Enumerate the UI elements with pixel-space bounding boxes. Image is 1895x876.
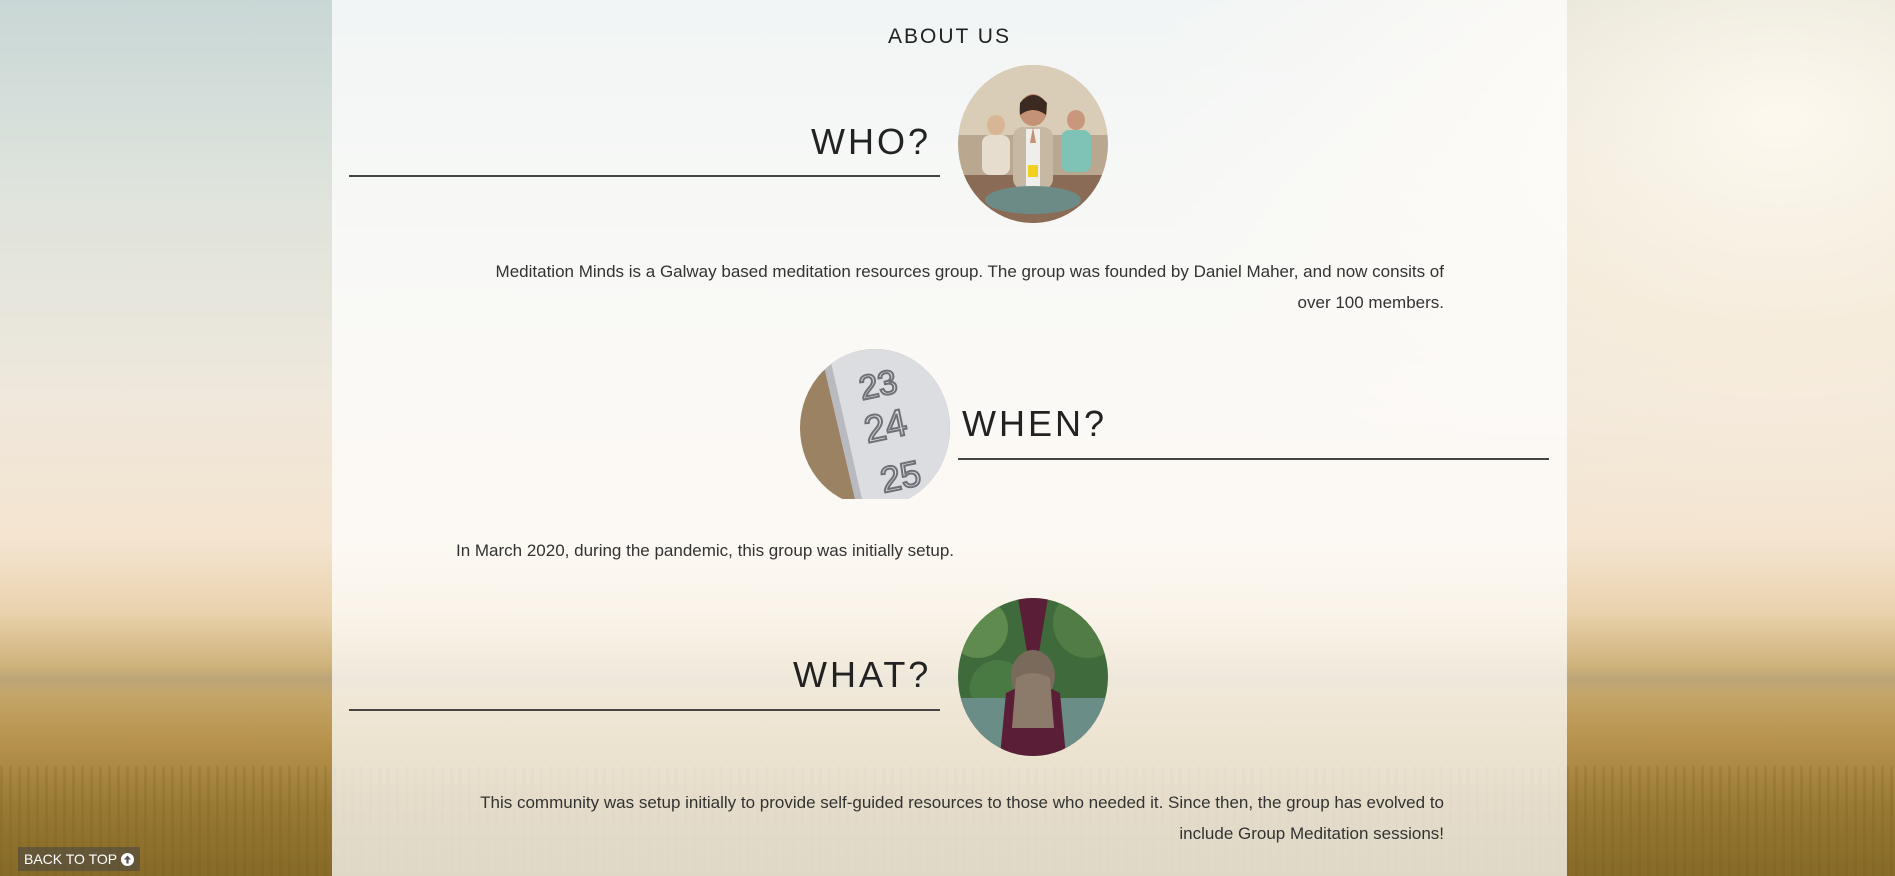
content-panel (332, 0, 1567, 876)
when-divider (958, 458, 1549, 460)
who-description: Meditation Minds is a Galway based medit… (495, 262, 1444, 312)
what-heading: WHAT? (793, 654, 932, 695)
when-description: In March 2020, during the pandemic, this… (456, 541, 954, 560)
back-to-top-label: BACK TO TOP (24, 851, 118, 867)
svg-text:23: 23 (856, 363, 901, 408)
svg-text:24: 24 (861, 402, 911, 452)
when-heading: WHEN? (962, 403, 1108, 444)
arrow-up-circle-icon (121, 852, 135, 866)
who-divider (349, 175, 940, 177)
what-description: This community was setup initially to pr… (480, 793, 1444, 843)
what-divider (349, 709, 940, 711)
calendar-photo: 23 24 25 (800, 349, 950, 507)
person-stretching-photo (958, 598, 1108, 756)
meditation-group-photo (958, 65, 1108, 223)
back-to-top-button[interactable]: BACK TO TOP (18, 847, 141, 871)
who-heading: WHO? (811, 121, 931, 162)
page-title: ABOUT US (888, 25, 1011, 48)
svg-text:25: 25 (877, 452, 925, 499)
